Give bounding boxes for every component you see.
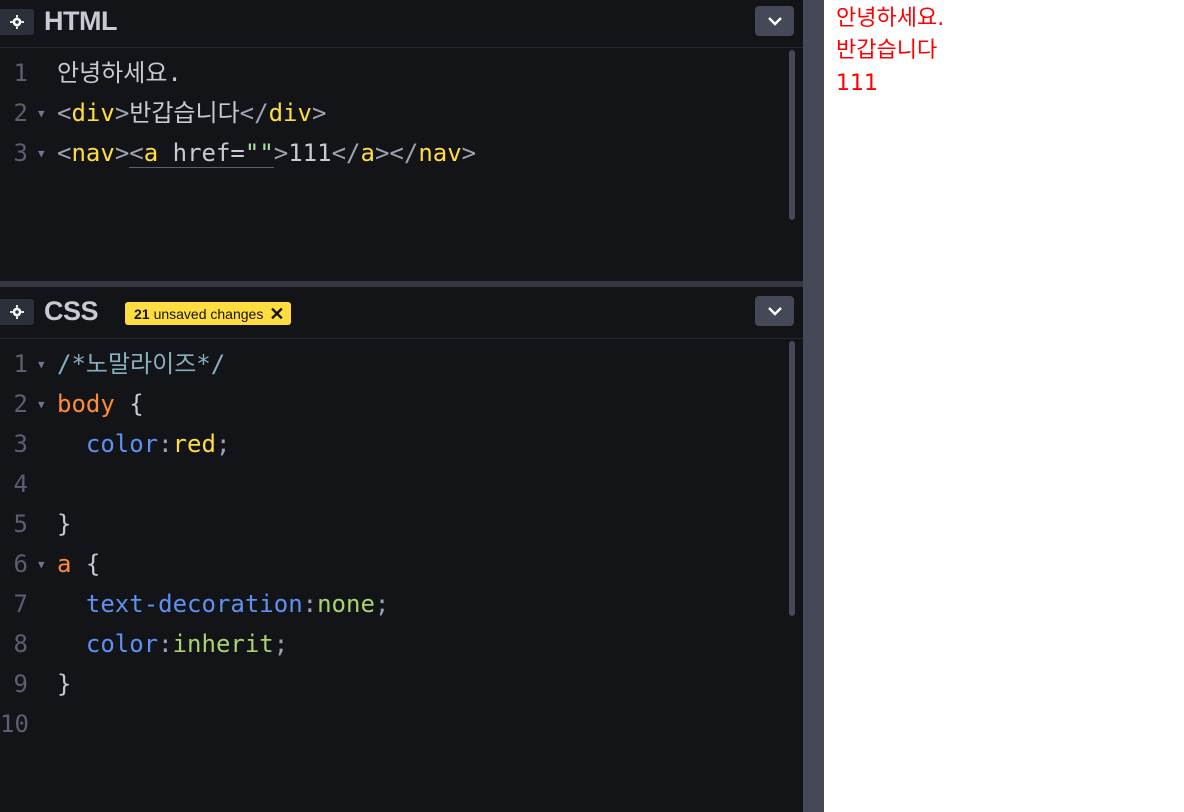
code-line[interactable]: 3 color:red; xyxy=(0,424,790,464)
css-scrollbar[interactable] xyxy=(789,341,795,616)
result-preview: 안녕하세요. 반갑습니다 111 xyxy=(824,0,1184,812)
preview-nav-link[interactable]: 111 xyxy=(836,68,878,100)
close-icon[interactable]: ✕ xyxy=(269,305,284,323)
preview-div-text: 반갑습니다 xyxy=(836,38,938,63)
fold-arrow-icon[interactable]: ▼ xyxy=(38,344,45,386)
css-panel-header: CSS xyxy=(0,290,803,338)
code-text: } xyxy=(57,510,72,538)
code-text: 안녕하세요. xyxy=(57,59,182,87)
html-settings-button[interactable] xyxy=(0,9,34,35)
code-line[interactable]: 8 color:inherit; xyxy=(0,624,790,664)
code-line[interactable]: 1 ▼ /*노말라이즈*/ xyxy=(0,344,790,384)
html-scrollbar[interactable] xyxy=(789,50,795,220)
code-line[interactable]: 3 ▼ <nav><a href="">111</a></nav> xyxy=(0,133,790,173)
line-number: 3 xyxy=(13,139,28,167)
gear-icon xyxy=(10,15,24,29)
code-text: color:inherit; xyxy=(57,630,289,658)
fold-arrow-icon[interactable]: ▼ xyxy=(38,93,45,135)
code-line[interactable]: 5} xyxy=(0,504,790,544)
code-line[interactable]: 10 xyxy=(0,704,790,744)
css-collapse-button[interactable] xyxy=(755,296,794,326)
line-number: 1 xyxy=(13,59,28,87)
line-number: 2 xyxy=(13,99,28,127)
code-line[interactable]: 2 ▼ body { xyxy=(0,384,790,424)
line-number: 10 xyxy=(0,710,29,738)
line-number: 1 xyxy=(13,350,28,378)
line-number: 7 xyxy=(13,590,28,618)
code-line[interactable]: 1 안녕하세요. xyxy=(0,53,790,93)
line-number: 3 xyxy=(13,430,28,458)
fold-arrow-icon[interactable]: ▼ xyxy=(38,544,45,586)
chevron-down-icon xyxy=(767,17,782,26)
unsaved-count: 21 xyxy=(134,305,150,322)
code-text: body { xyxy=(57,390,144,418)
line-number: 2 xyxy=(13,390,28,418)
gear-icon xyxy=(10,305,24,319)
css-panel-title: CSS xyxy=(44,296,99,326)
unsaved-label: unsaved changes xyxy=(153,305,264,322)
code-text: a { xyxy=(57,550,101,578)
code-text: /*노말라이즈*/ xyxy=(57,350,226,378)
code-line[interactable]: 4 xyxy=(0,464,790,504)
code-text: color:red; xyxy=(57,430,231,458)
code-text: text-decoration:none; xyxy=(57,590,390,618)
line-number: 6 xyxy=(13,550,28,578)
code-line[interactable]: 9} xyxy=(0,664,790,704)
html-panel-title: HTML xyxy=(44,6,117,36)
fold-arrow-icon[interactable]: ▼ xyxy=(38,133,45,175)
line-number: 9 xyxy=(13,670,28,698)
panel-resize-handle[interactable] xyxy=(0,281,803,287)
line-number: 8 xyxy=(13,630,28,658)
fold-arrow-icon[interactable]: ▼ xyxy=(38,384,45,426)
line-number: 4 xyxy=(13,470,28,498)
code-line[interactable]: 6 ▼ a { xyxy=(0,544,790,584)
editor-preview-resizer[interactable] xyxy=(803,0,824,812)
code-line[interactable]: 2 ▼ <div>반갑습니다</div> xyxy=(0,93,790,133)
line-number: 5 xyxy=(13,510,28,538)
code-text: } xyxy=(57,670,72,698)
code-text: <nav><a href="">111</a></nav> xyxy=(57,139,477,168)
code-line[interactable]: 7 text-decoration:none; xyxy=(0,584,790,624)
css-settings-button[interactable] xyxy=(0,299,34,325)
unsaved-changes-badge[interactable]: 21 unsaved changes ✕ xyxy=(125,302,292,325)
chevron-down-icon xyxy=(767,307,782,316)
code-text: <div>반갑습니다</div> xyxy=(57,99,327,127)
html-panel-header: HTML xyxy=(0,0,803,48)
html-collapse-button[interactable] xyxy=(755,6,794,36)
preview-text-1: 안녕하세요. xyxy=(836,6,945,31)
code-editor: HTML 1 안녕하세요. 2 ▼ <div>반갑습니다</div> 3 ▼ <nav><a … xyxy=(0,0,803,812)
